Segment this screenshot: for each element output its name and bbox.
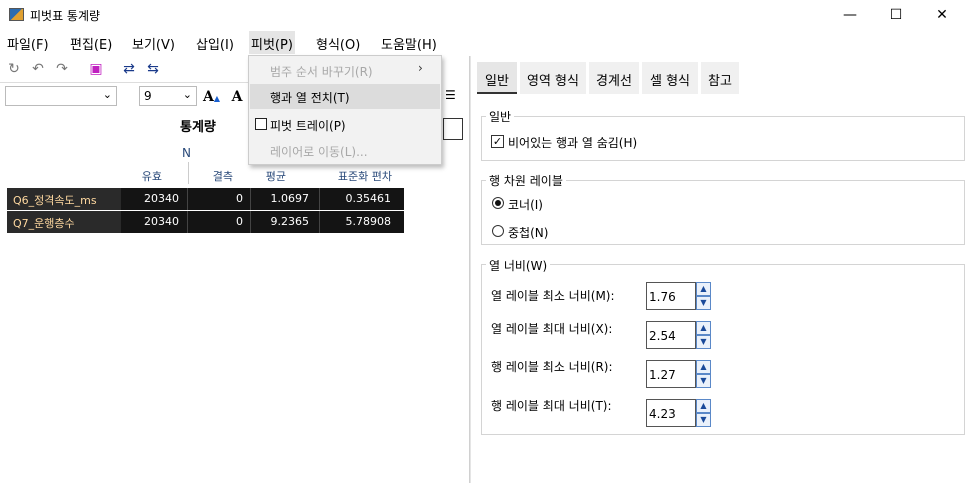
table-cell: 9.2365 (270, 215, 310, 228)
back-icon[interactable]: ↶ (30, 61, 46, 77)
table-row[interactable]: Q7_운행층수 20340 0 9.2365 5.78908 (7, 211, 404, 233)
pane-splitter[interactable] (469, 56, 471, 483)
nested-label: 중첩(N) (508, 226, 549, 240)
forward-icon[interactable]: ↷ (54, 61, 70, 77)
menu-insert[interactable]: 삽입(I) (194, 34, 236, 53)
undo-icon[interactable]: ↻ (6, 61, 22, 77)
table-cell: 5.78908 (345, 215, 392, 228)
table-cell: 20340 (144, 192, 179, 205)
spin-down-icon[interactable]: ▼ (696, 374, 711, 388)
minimize-button[interactable]: — (827, 0, 873, 30)
font-shrink-icon[interactable]: A (229, 89, 245, 105)
col-header-mean: 평균 (265, 170, 286, 183)
column-width-label: 열 너비(W) (486, 257, 551, 274)
submenu-arrow-icon: › (418, 61, 423, 75)
row-label: Q7_운행층수 (7, 211, 121, 233)
font-size-select[interactable]: 9 ⌄ (139, 86, 197, 106)
table-cell: 0 (236, 192, 243, 205)
col-header-valid: 유효 (141, 170, 162, 183)
pivot-corner-icon[interactable] (443, 118, 463, 140)
menu-view[interactable]: 보기(V) (130, 34, 177, 53)
hide-empty-checkbox[interactable]: ✓ (491, 135, 504, 148)
row-min-width-label: 행 레이블 최소 너비(R): (491, 360, 613, 374)
row-divider (250, 188, 251, 210)
title-bar: 피벗표 통계량 — ☐ ✕ (0, 0, 965, 30)
row-divider (319, 188, 320, 210)
row-min-width-spinner[interactable]: ▲ ▼ (696, 360, 711, 388)
table-cell: 0 (236, 215, 243, 228)
app-icon (9, 8, 24, 21)
chevron-down-icon: ⌄ (182, 88, 192, 101)
general-group-label: 일반 (486, 108, 515, 125)
row-max-width-spinner[interactable]: ▲ ▼ (696, 399, 711, 427)
table-cell: 20340 (144, 215, 179, 228)
window-title: 피벗표 통계량 (30, 9, 101, 23)
toolbar-main: ↻ ↶ ↷ ▣ ⇄ ⇆ (0, 56, 248, 83)
font-grow-icon[interactable]: A▲ (203, 89, 220, 105)
spin-up-icon[interactable]: ▲ (696, 321, 711, 335)
tab-general[interactable]: 일반 (477, 62, 517, 94)
menu-item-go-to-layer[interactable]: 레이어로 이동(L)... (250, 138, 440, 163)
col-max-width-label: 열 레이블 최대 너비(X): (491, 322, 613, 336)
row-max-width-input[interactable]: 4.23 (646, 399, 696, 427)
menu-file[interactable]: 파일(F) (5, 34, 51, 53)
maximize-button[interactable]: ☐ (873, 0, 919, 30)
menu-item-reorder-categories[interactable]: 범주 순서 바꾸기(R) › (250, 58, 440, 83)
tab-borders[interactable]: 경계선 (589, 62, 639, 94)
row-divider (250, 211, 251, 233)
menu-item-transpose[interactable]: 행과 열 전치(T) (250, 84, 440, 109)
hide-empty-label: 비어있는 행과 열 숨김(H) (508, 136, 638, 150)
move-row-icon[interactable]: ⇄ (121, 61, 137, 77)
row-divider (187, 188, 188, 210)
col-header-missing: 결측 (212, 170, 233, 183)
corner-label: 코너(I) (508, 198, 543, 212)
move-col-icon[interactable]: ⇆ (145, 61, 161, 77)
header-divider (188, 162, 189, 184)
row-dimension-group (481, 180, 965, 245)
menu-item-pivot-tray[interactable]: 피벗 트레이(P) (250, 112, 440, 137)
font-name-select[interactable]: ⌄ (5, 86, 117, 106)
n-column-header: N (182, 146, 191, 160)
toolbar-format: ⌄ 9 ⌄ A▲ A (0, 84, 248, 108)
row-dimension-label: 행 차원 레이블 (486, 172, 566, 189)
row-min-width-input[interactable]: 1.27 (646, 360, 696, 388)
corner-radio[interactable] (492, 197, 504, 209)
row-divider (187, 211, 188, 233)
spin-down-icon[interactable]: ▼ (696, 335, 711, 349)
pivot-dropdown-menu: 범주 순서 바꾸기(R) › 행과 열 전치(T) 피벗 트레이(P) 레이어로… (248, 55, 442, 165)
chevron-down-icon: ⌄ (102, 88, 112, 101)
col-min-width-input[interactable]: 1.76 (646, 282, 696, 310)
menu-edit[interactable]: 편집(E) (68, 34, 114, 53)
menu-bar: 파일(F) 편집(E) 보기(V) 삽입(I) 피벗(P) 형식(O) 도움말(… (0, 30, 965, 54)
tab-cell-format[interactable]: 셀 형식 (642, 62, 698, 94)
pivot-title: 통계량 (180, 120, 216, 135)
col-max-width-spinner[interactable]: ▲ ▼ (696, 321, 711, 349)
close-button[interactable]: ✕ (919, 0, 965, 30)
row-divider (319, 211, 320, 233)
spin-up-icon[interactable]: ▲ (696, 360, 711, 374)
align-icon[interactable]: ☰ (443, 86, 469, 106)
checkbox-icon (255, 118, 267, 130)
table-cell: 1.0697 (270, 192, 310, 205)
col-max-width-input[interactable]: 2.54 (646, 321, 696, 349)
col-header-stddev: 표준화 편차 (337, 170, 392, 183)
table-row[interactable]: Q6_정격속도_ms 20340 0 1.0697 0.35461 (7, 188, 404, 210)
row-max-width-label: 행 레이블 최대 너비(T): (491, 399, 612, 413)
menu-format[interactable]: 형식(O) (314, 34, 362, 53)
pivot-tray-icon[interactable]: ▣ (88, 61, 104, 77)
tab-area-format[interactable]: 영역 형식 (520, 62, 586, 94)
menu-pivot[interactable]: 피벗(P) (249, 31, 295, 54)
col-min-width-spinner[interactable]: ▲ ▼ (696, 282, 711, 310)
col-min-width-label: 열 레이블 최소 너비(M): (491, 289, 615, 303)
table-cell: 0.35461 (345, 192, 392, 205)
spin-up-icon[interactable]: ▲ (696, 399, 711, 413)
spin-down-icon[interactable]: ▼ (696, 296, 711, 310)
menu-help[interactable]: 도움말(H) (379, 34, 439, 53)
tab-footnotes[interactable]: 참고 (701, 62, 739, 94)
nested-radio[interactable] (492, 225, 504, 237)
spin-up-icon[interactable]: ▲ (696, 282, 711, 296)
row-label: Q6_정격속도_ms (7, 188, 121, 210)
spin-down-icon[interactable]: ▼ (696, 413, 711, 427)
